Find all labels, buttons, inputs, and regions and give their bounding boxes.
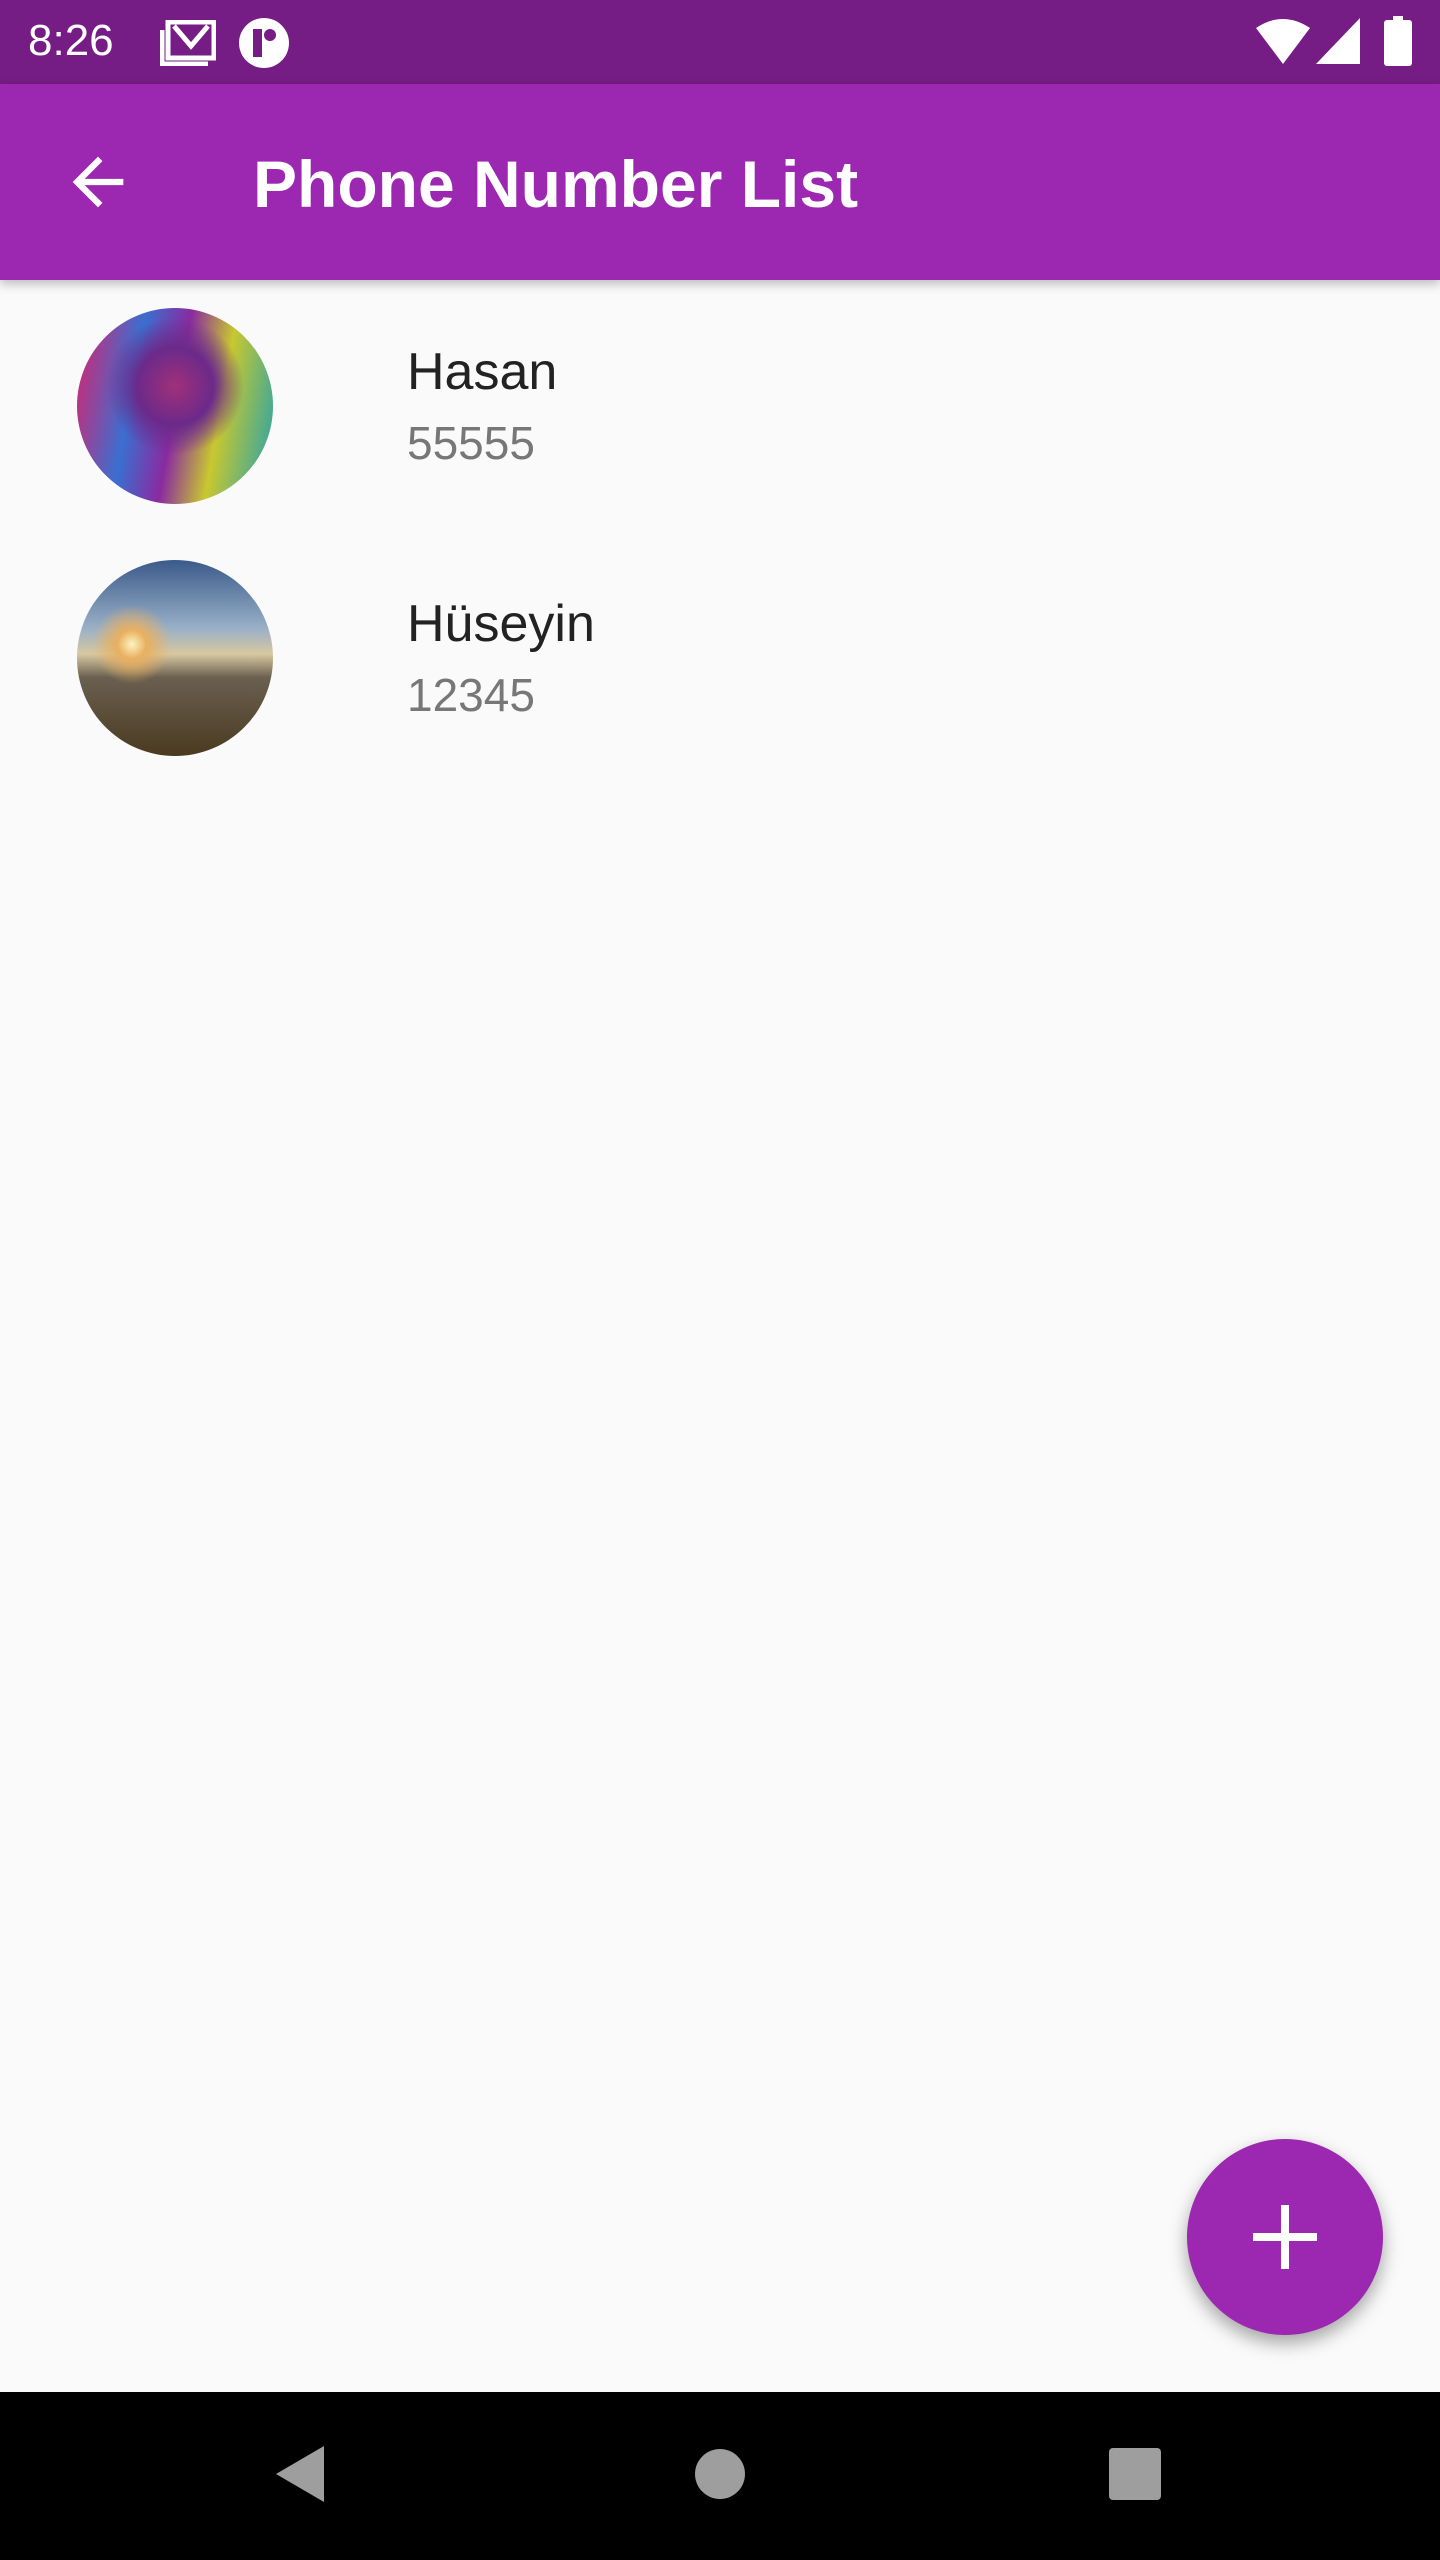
gmail-icon [160,20,216,66]
wifi-icon [1256,19,1310,64]
contact-list-item[interactable]: Hasan 55555 [0,280,1440,530]
navigation-bar [0,2392,1440,2560]
arrow-back-icon[interactable] [60,144,136,220]
status-time: 8:26 [28,16,114,65]
contact-number: 55555 [407,417,535,469]
back-nav-icon[interactable] [272,2444,328,2504]
home-nav-icon[interactable] [694,2448,746,2500]
signal-icon [1316,18,1360,64]
recents-nav-icon[interactable] [1109,2448,1161,2500]
contact-avatar [77,560,273,756]
page-title: Phone Number List [253,147,859,221]
app-notification-icon [239,18,289,68]
contact-list-item[interactable]: Hüseyin 12345 [0,532,1440,782]
battery-icon [1384,16,1412,66]
status-bar: 8:26 [0,0,1440,84]
contact-name: Hüseyin [407,595,595,653]
add-contact-button[interactable] [1187,2139,1383,2335]
app-bar: Phone Number List [0,84,1440,280]
contact-avatar [77,308,273,504]
plus-icon [1253,2205,1317,2269]
contact-number: 12345 [407,669,535,721]
contact-name: Hasan [407,343,558,401]
